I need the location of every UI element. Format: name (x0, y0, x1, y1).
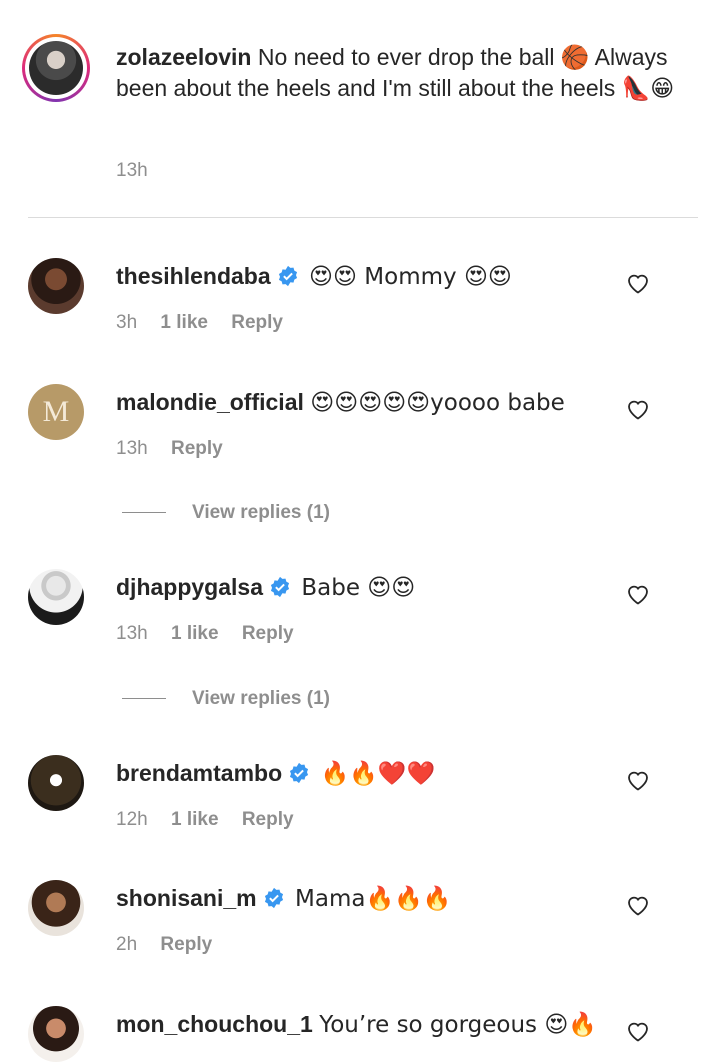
comment: djhappygalsa Babe 😍😍 13h 1 like Reply (0, 569, 720, 679)
comment-username[interactable]: brendamtambo (116, 760, 282, 786)
view-replies-label[interactable]: View replies (1) (192, 502, 330, 523)
avatar[interactable] (28, 755, 84, 811)
like-heart-icon[interactable] (626, 583, 650, 605)
comment-username[interactable]: shonisani_m (116, 885, 257, 911)
avatar[interactable] (28, 1006, 84, 1062)
like-heart-icon[interactable] (626, 398, 650, 420)
comment-body: brendamtambo 🔥🔥❤️❤️ (116, 759, 606, 788)
comment: thesihlendaba 😍😍 Mommy 😍😍 3h 1 like Repl… (0, 258, 720, 368)
caption-text-block: zolazeelovin No need to ever drop the ba… (116, 42, 676, 104)
view-replies-label[interactable]: View replies (1) (192, 688, 330, 709)
avatar (29, 41, 83, 95)
reply-button[interactable]: Reply (231, 312, 283, 333)
reply-button[interactable]: Reply (242, 623, 294, 644)
comment-meta: 3h 1 like Reply (116, 312, 301, 334)
comment: M malondie_official 😍😍😍😍😍yoooo babe 13h … (0, 384, 720, 494)
reply-button[interactable]: Reply (242, 809, 294, 830)
view-replies-button[interactable]: View replies (1) (122, 688, 330, 710)
comment-username[interactable]: djhappygalsa (116, 574, 263, 600)
comment-body: mon_chouchou_1 You’re so gorgeous 😍🔥 (116, 1010, 606, 1039)
comment-meta: 13h 1 like Reply (116, 623, 312, 645)
avatar[interactable] (28, 569, 84, 625)
reply-button[interactable]: Reply (160, 934, 212, 955)
comment: brendamtambo 🔥🔥❤️❤️ 12h 1 like Reply (0, 755, 720, 865)
verified-badge-icon (270, 576, 290, 598)
view-replies-button[interactable]: View replies (1) (122, 502, 330, 524)
avatar[interactable] (28, 258, 84, 314)
comment-username[interactable]: mon_chouchou_1 (116, 1011, 313, 1037)
comment-time: 13h (116, 623, 148, 644)
avatar[interactable] (28, 880, 84, 936)
comment-time: 3h (116, 312, 138, 333)
divider (28, 217, 698, 218)
comment-time: 2h (116, 934, 138, 955)
malondie-logo-letter: M (42, 395, 70, 428)
comment-meta: 13h Reply (116, 438, 241, 460)
comment-meta: 12h 1 like Reply (116, 809, 312, 831)
comment-body: malondie_official 😍😍😍😍😍yoooo babe (116, 388, 606, 417)
comment-text: Mama🔥🔥🔥 (295, 886, 452, 912)
comment-body: thesihlendaba 😍😍 Mommy 😍😍 (116, 262, 606, 291)
comment-time: 13h (116, 438, 148, 459)
comment: mon_chouchou_1 You’re so gorgeous 😍🔥 (0, 1006, 720, 1062)
verified-badge-icon (264, 887, 283, 909)
avatar[interactable]: M (28, 384, 84, 440)
likes-count[interactable]: 1 like (171, 623, 219, 644)
like-heart-icon[interactable] (626, 894, 650, 916)
likes-count[interactable]: 1 like (171, 809, 219, 830)
like-heart-icon[interactable] (626, 272, 650, 294)
caption-timestamp: 13h (116, 160, 148, 181)
verified-badge-icon (290, 762, 309, 784)
comment: shonisani_m Mama🔥🔥🔥 2h Reply (0, 880, 720, 990)
comment-text: You’re so gorgeous 😍🔥 (319, 1012, 597, 1038)
likes-count[interactable]: 1 like (160, 312, 208, 333)
divider (122, 512, 166, 514)
caption-username[interactable]: zolazeelovin (116, 44, 251, 70)
comment-text: 😍😍 Mommy 😍😍 (309, 264, 512, 290)
like-heart-icon[interactable] (626, 1020, 650, 1042)
comment-username[interactable]: malondie_official (116, 389, 304, 415)
comment-body: shonisani_m Mama🔥🔥🔥 (116, 884, 606, 913)
comment-username[interactable]: thesihlendaba (116, 263, 271, 289)
comment-text: 🔥🔥❤️❤️ (320, 761, 436, 787)
like-heart-icon[interactable] (626, 769, 650, 791)
verified-badge-icon (278, 265, 297, 287)
comment-meta: 2h Reply (116, 934, 230, 956)
comment-text: Babe 😍😍 (301, 575, 416, 601)
comment-time: 12h (116, 809, 148, 830)
caption: zolazeelovin No need to ever drop the ba… (0, 0, 720, 217)
comment-body: djhappygalsa Babe 😍😍 (116, 573, 606, 602)
reply-button[interactable]: Reply (171, 438, 223, 459)
caption-avatar-story-ring[interactable] (22, 34, 90, 102)
divider (122, 698, 166, 700)
comment-text: 😍😍😍😍😍yoooo babe (310, 390, 565, 416)
